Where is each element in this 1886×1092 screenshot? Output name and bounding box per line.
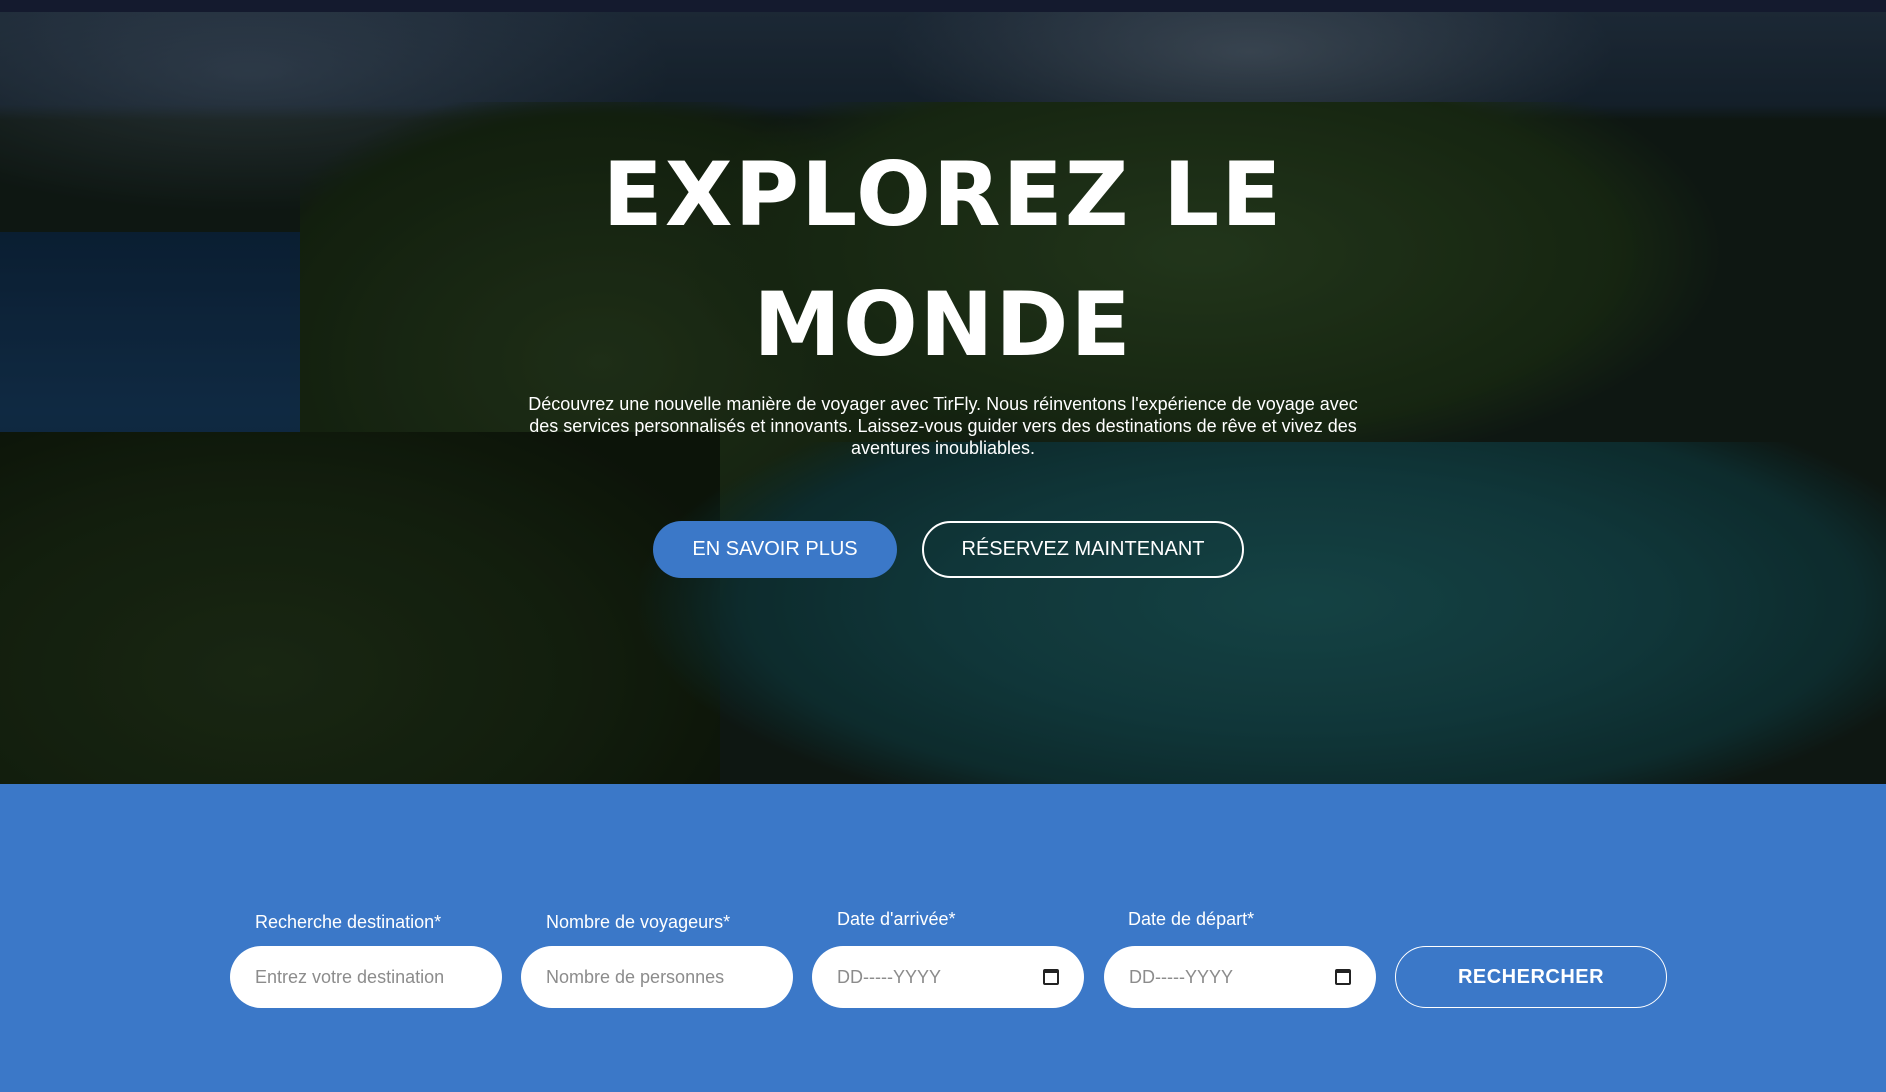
hero-content: EXPLOREZ LE MONDE Découvrez une nouvelle…	[0, 12, 1886, 784]
destination-input[interactable]: Entrez votre destination	[230, 946, 502, 1008]
hero-title: EXPLOREZ LE MONDE	[602, 143, 1284, 376]
departure-date-placeholder: DD-----YYYY	[1129, 966, 1233, 987]
arrival-date-input[interactable]: DD-----YYYY	[812, 946, 1084, 1008]
hero-description: Découvrez une nouvelle manière de voyage…	[528, 394, 1358, 458]
learn-more-button[interactable]: EN SAVOIR PLUS	[653, 521, 897, 578]
departure-date-label: Date de départ*	[1128, 909, 1255, 929]
search-button[interactable]: RECHERCHER	[1395, 946, 1667, 1008]
book-now-button[interactable]: RÉSERVEZ MAINTENANT	[922, 521, 1244, 578]
calendar-icon[interactable]	[1335, 969, 1351, 985]
travelers-label: Nombre de voyageurs*	[546, 912, 731, 932]
destination-label: Recherche destination*	[255, 912, 442, 932]
top-nav-bar	[0, 0, 1886, 12]
travelers-input[interactable]: Nombre de personnes	[521, 946, 793, 1008]
search-bar-section: Recherche destination* Entrez votre dest…	[0, 784, 1886, 1092]
arrival-date-label: Date d'arrivée*	[837, 909, 956, 929]
departure-date-input[interactable]: DD-----YYYY	[1104, 946, 1376, 1008]
calendar-icon[interactable]	[1043, 969, 1059, 985]
arrival-date-placeholder: DD-----YYYY	[837, 966, 941, 987]
hero-section: EXPLOREZ LE MONDE Découvrez une nouvelle…	[0, 12, 1886, 784]
travelers-placeholder: Nombre de personnes	[546, 966, 725, 987]
destination-placeholder: Entrez votre destination	[255, 966, 445, 987]
